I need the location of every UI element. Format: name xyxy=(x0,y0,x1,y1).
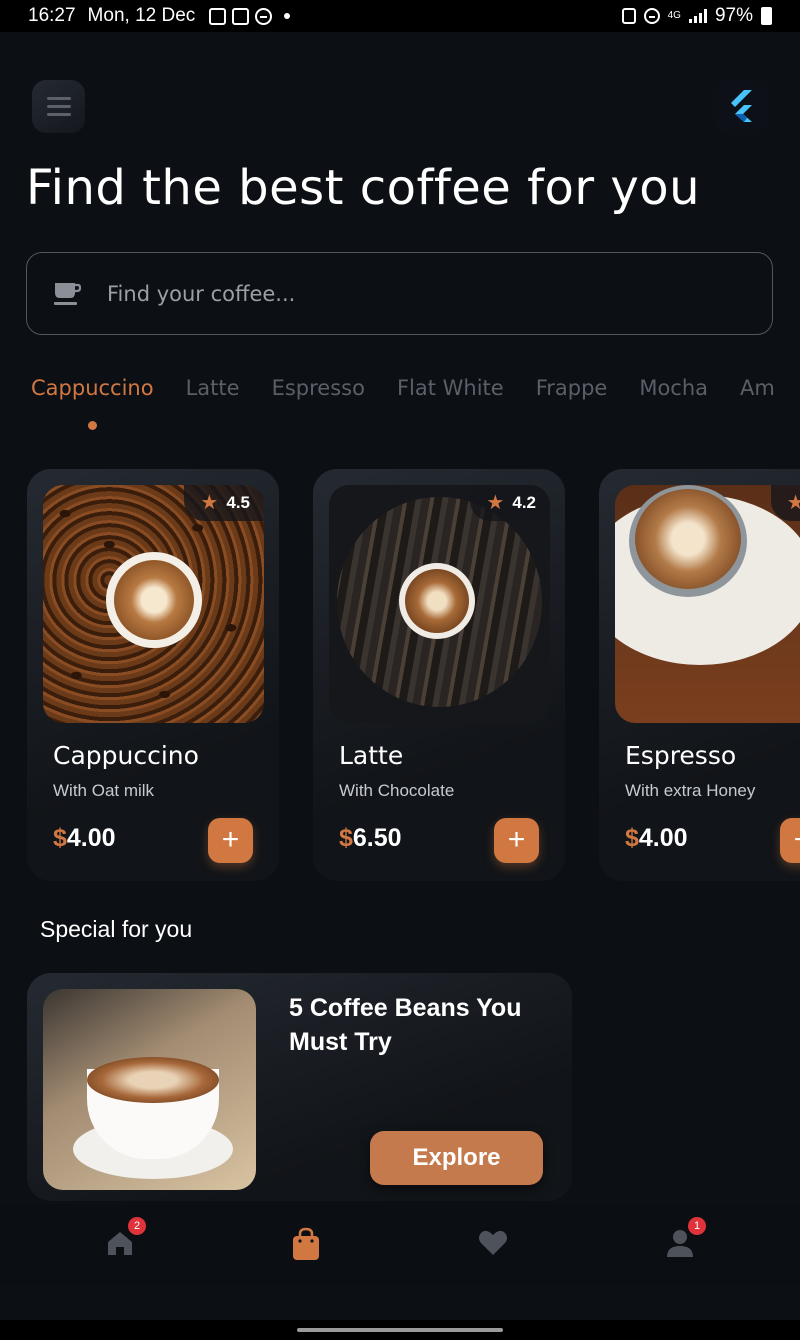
product-price: $4.00 xyxy=(625,824,688,853)
menu-icon-line xyxy=(46,97,71,100)
product-name: Latte xyxy=(339,741,404,770)
product-card[interactable]: ★ 3 Espresso With extra Honey $4.00 + xyxy=(599,469,800,881)
currency-symbol: $ xyxy=(53,824,67,852)
currency-symbol: $ xyxy=(339,824,353,852)
add-to-cart-button[interactable]: + xyxy=(208,818,253,863)
add-to-cart-button[interactable]: + xyxy=(780,818,800,863)
special-photo xyxy=(43,989,256,1190)
section-title: Special for you xyxy=(40,916,193,942)
product-subtitle: With extra Honey xyxy=(625,781,756,800)
search-bar[interactable] xyxy=(26,252,773,335)
rating-badge: ★ 4.2 xyxy=(470,485,550,521)
tab-frappe[interactable]: Frappe xyxy=(536,376,608,400)
nav-favorites[interactable] xyxy=(477,1227,509,1259)
product-price: $4.00 xyxy=(53,824,116,853)
nav-cart[interactable] xyxy=(290,1227,322,1260)
tab-mocha[interactable]: Mocha xyxy=(639,376,708,400)
home-badge: 2 xyxy=(128,1217,146,1235)
espresso-photo: ★ 3 xyxy=(615,485,800,723)
product-card[interactable]: ★ 4.2 Latte With Chocolate $6.50 + xyxy=(313,469,565,881)
tab-espresso[interactable]: Espresso xyxy=(272,376,365,400)
star-icon: ★ xyxy=(200,492,219,514)
product-price: $6.50 xyxy=(339,824,402,853)
battery-percent: 97% xyxy=(714,5,753,26)
cappuccino-photo: ★ 4.5 xyxy=(43,485,264,723)
price-value: 6.50 xyxy=(352,824,402,852)
menu-button[interactable] xyxy=(32,80,85,133)
screenshot-icon xyxy=(232,7,250,25)
product-carousel[interactable]: ★ 4.5 Cappuccino With Oat milk $4.00 + ★… xyxy=(27,469,800,881)
gallery-icon xyxy=(209,7,227,25)
nav-home[interactable]: 2 xyxy=(104,1217,146,1259)
menu-icon-line xyxy=(46,113,71,116)
signal-icon xyxy=(688,9,707,23)
notification-dot-icon xyxy=(284,13,291,19)
product-name: Espresso xyxy=(625,741,737,770)
latte-art-image xyxy=(114,560,194,640)
heart-icon xyxy=(479,1230,507,1255)
special-card[interactable]: 5 Coffee Beans You Must Try Explore xyxy=(27,973,572,1201)
category-tabs: Cappuccino Latte Espresso Flat White Fra… xyxy=(31,376,775,430)
lock-icon xyxy=(621,8,636,24)
price-value: 4.00 xyxy=(66,824,116,852)
rating-badge: ★ 4.5 xyxy=(184,485,264,521)
search-input[interactable] xyxy=(107,281,707,306)
do-not-disturb-icon xyxy=(255,7,273,25)
latte-art-image xyxy=(635,489,741,589)
menu-icon-line xyxy=(46,105,71,108)
status-date: Mon, 12 Dec xyxy=(87,5,196,26)
profile-badge: 1 xyxy=(688,1217,706,1235)
nav-profile[interactable]: 1 xyxy=(664,1217,706,1259)
special-title: 5 Coffee Beans You Must Try xyxy=(289,994,522,1056)
latte-art-image xyxy=(405,569,469,633)
star-icon: ★ xyxy=(486,492,505,514)
rating-value: 4.2 xyxy=(512,493,536,512)
explore-button[interactable]: Explore xyxy=(370,1131,543,1185)
tab-americano[interactable]: Am xyxy=(740,376,775,400)
alarm-icon xyxy=(643,8,660,24)
price-value: 4.00 xyxy=(638,824,688,852)
shopping-bag-icon xyxy=(293,1227,319,1260)
page-title: Find the best coffee for you xyxy=(26,160,701,216)
product-subtitle: With Chocolate xyxy=(339,781,455,800)
gesture-bar[interactable] xyxy=(297,1328,503,1332)
tab-latte[interactable]: Latte xyxy=(186,376,240,400)
product-name: Cappuccino xyxy=(53,741,199,770)
status-bar: 16:27 Mon, 12 Dec 4G 97% xyxy=(0,0,800,32)
coffee-cup-icon xyxy=(54,282,81,305)
battery-icon xyxy=(761,7,772,25)
star-icon: ★ xyxy=(786,492,800,514)
add-to-cart-button[interactable]: + xyxy=(494,818,539,863)
network-type: 4G xyxy=(667,10,681,21)
home-indicator xyxy=(0,1320,800,1340)
product-subtitle: With Oat milk xyxy=(53,781,155,800)
bottom-navigation: 2 1 xyxy=(0,1205,800,1285)
latte-photo: ★ 4.2 xyxy=(329,485,550,723)
tab-cappuccino[interactable]: Cappuccino xyxy=(31,376,154,430)
product-card[interactable]: ★ 4.5 Cappuccino With Oat milk $4.00 + xyxy=(27,469,279,881)
tab-flat-white[interactable]: Flat White xyxy=(397,376,504,400)
latte-art-image xyxy=(87,1057,219,1103)
rating-value: 4.5 xyxy=(226,493,250,512)
currency-symbol: $ xyxy=(625,824,639,852)
status-time: 16:27 xyxy=(28,5,76,26)
flutter-logo-icon[interactable] xyxy=(714,78,770,134)
